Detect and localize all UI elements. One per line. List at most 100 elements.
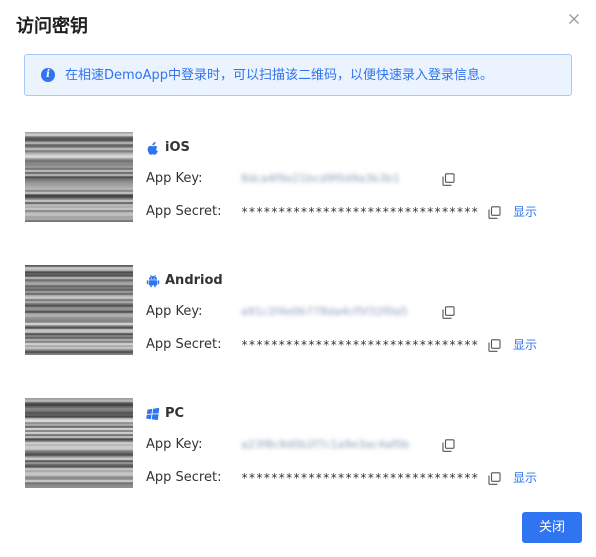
platform-ios: iOS App Key: 8dca4f9e21bcd9f0d9a3b3b1 Ap… bbox=[0, 132, 596, 224]
qr-blur-stripe bbox=[25, 202, 133, 204]
qr-blur-stripe bbox=[25, 212, 133, 214]
qr-blur-stripe bbox=[25, 351, 133, 353]
qr-blur-stripe bbox=[25, 134, 133, 136]
qr-blur-stripe bbox=[25, 315, 133, 317]
qr-blur-stripe bbox=[25, 462, 133, 464]
app-key-label: App Key: bbox=[146, 171, 203, 186]
qr-blur-stripe bbox=[25, 283, 133, 285]
app-key-label: App Key: bbox=[146, 304, 203, 319]
qr-blur-stripe bbox=[25, 198, 133, 200]
qr-blur-stripe bbox=[25, 345, 133, 347]
copy-key-icon[interactable] bbox=[442, 173, 455, 186]
qr-blur-stripe bbox=[25, 428, 133, 430]
qr-blur-stripe bbox=[25, 186, 133, 188]
qr-blur-stripe bbox=[25, 214, 133, 216]
qr-blur-stripe bbox=[25, 418, 133, 420]
copy-secret-icon[interactable] bbox=[488, 472, 501, 485]
qr-code bbox=[25, 132, 133, 222]
qr-blur-stripe bbox=[25, 319, 133, 321]
qr-blur-stripe bbox=[25, 466, 133, 468]
qr-blur-stripe bbox=[25, 162, 133, 164]
qr-blur-stripe bbox=[25, 138, 133, 140]
qr-blur-stripe bbox=[25, 331, 133, 333]
qr-blur-stripe bbox=[25, 275, 133, 277]
show-secret-link[interactable]: 显示 bbox=[513, 336, 537, 354]
qr-blur-stripe bbox=[25, 343, 133, 345]
qr-blur-stripe bbox=[25, 188, 133, 190]
qr-blur-stripe bbox=[25, 472, 133, 474]
qr-blur-stripe bbox=[25, 420, 133, 422]
qr-blur-stripe bbox=[25, 182, 133, 184]
show-secret-link[interactable]: 显示 bbox=[513, 203, 537, 221]
qr-blur-stripe bbox=[25, 438, 133, 440]
platform-name: Andriod bbox=[165, 273, 223, 288]
qr-blur-stripe bbox=[25, 353, 133, 355]
qr-blur-stripe bbox=[25, 204, 133, 206]
close-button[interactable]: 关闭 bbox=[522, 512, 582, 543]
app-key-value: a91c2f4e0b778da4cf5f32f0a5 bbox=[241, 305, 408, 318]
qr-blur-stripe bbox=[25, 408, 133, 410]
qr-blur-stripe bbox=[25, 220, 133, 222]
qr-blur-stripe bbox=[25, 146, 133, 148]
qr-blur-stripe bbox=[25, 192, 133, 194]
copy-secret-icon[interactable] bbox=[488, 339, 501, 352]
qr-blur-stripe bbox=[25, 136, 133, 138]
qr-blur-stripe bbox=[25, 321, 133, 323]
qr-blur-stripe bbox=[25, 265, 133, 267]
apple-icon bbox=[146, 141, 160, 155]
qr-blur-stripe bbox=[25, 208, 133, 210]
qr-blur-stripe bbox=[25, 156, 133, 158]
qr-blur-stripe bbox=[25, 279, 133, 281]
qr-blur-stripe bbox=[25, 458, 133, 460]
dialog-title: 访问密钥 bbox=[16, 16, 88, 37]
qr-blur-stripe bbox=[25, 218, 133, 220]
qr-blur-stripe bbox=[25, 295, 133, 297]
qr-blur-stripe bbox=[25, 281, 133, 283]
qr-blur-stripe bbox=[25, 347, 133, 349]
qr-blur-stripe bbox=[25, 440, 133, 442]
copy-key-icon[interactable] bbox=[442, 306, 455, 319]
qr-blur-stripe bbox=[25, 180, 133, 182]
app-key-value: 8dca4f9e21bcd9f0d9a3b3b1 bbox=[241, 172, 400, 185]
qr-blur-stripe bbox=[25, 148, 133, 150]
qr-blur-stripe bbox=[25, 299, 133, 301]
qr-blur-stripe bbox=[25, 285, 133, 287]
qr-blur-stripe bbox=[25, 309, 133, 311]
copy-key-icon[interactable] bbox=[442, 439, 455, 452]
qr-blur-stripe bbox=[25, 448, 133, 450]
app-secret-label: App Secret: bbox=[146, 337, 222, 352]
copy-secret-icon[interactable] bbox=[488, 206, 501, 219]
qr-blur-stripe bbox=[25, 160, 133, 162]
qr-blur-stripe bbox=[25, 287, 133, 289]
qr-blur-stripe bbox=[25, 329, 133, 331]
qr-blur-stripe bbox=[25, 168, 133, 170]
qr-blur-stripe bbox=[25, 402, 133, 404]
qr-blur-stripe bbox=[25, 430, 133, 432]
qr-blur-stripe bbox=[25, 460, 133, 462]
qr-blur-stripe bbox=[25, 456, 133, 458]
qr-blur-stripe bbox=[25, 301, 133, 303]
qr-blur-stripe bbox=[25, 482, 133, 484]
qr-blur-stripe bbox=[25, 144, 133, 146]
qr-blur-stripe bbox=[25, 269, 133, 271]
qr-blur-stripe bbox=[25, 150, 133, 152]
qr-blur-stripe bbox=[25, 486, 133, 488]
qr-blur-stripe bbox=[25, 432, 133, 434]
info-banner: i 在相速DemoApp中登录时，可以扫描该二维码，以便快速录入登录信息。 bbox=[24, 54, 572, 96]
qr-blur-stripe bbox=[25, 325, 133, 327]
show-secret-link[interactable]: 显示 bbox=[513, 469, 537, 487]
qr-blur-stripe bbox=[25, 442, 133, 444]
close-icon[interactable] bbox=[566, 11, 582, 27]
qr-blur-stripe bbox=[25, 341, 133, 343]
qr-blur-stripe bbox=[25, 273, 133, 275]
qr-blur-stripe bbox=[25, 454, 133, 456]
android-icon bbox=[146, 274, 160, 288]
qr-blur-stripe bbox=[25, 289, 133, 291]
qr-blur-stripe bbox=[25, 335, 133, 337]
qr-blur-stripe bbox=[25, 200, 133, 202]
qr-blur-stripe bbox=[25, 398, 133, 400]
qr-blur-stripe bbox=[25, 474, 133, 476]
qr-blur-stripe bbox=[25, 176, 133, 178]
qr-blur-stripe bbox=[25, 305, 133, 307]
qr-blur-stripe bbox=[25, 323, 133, 325]
